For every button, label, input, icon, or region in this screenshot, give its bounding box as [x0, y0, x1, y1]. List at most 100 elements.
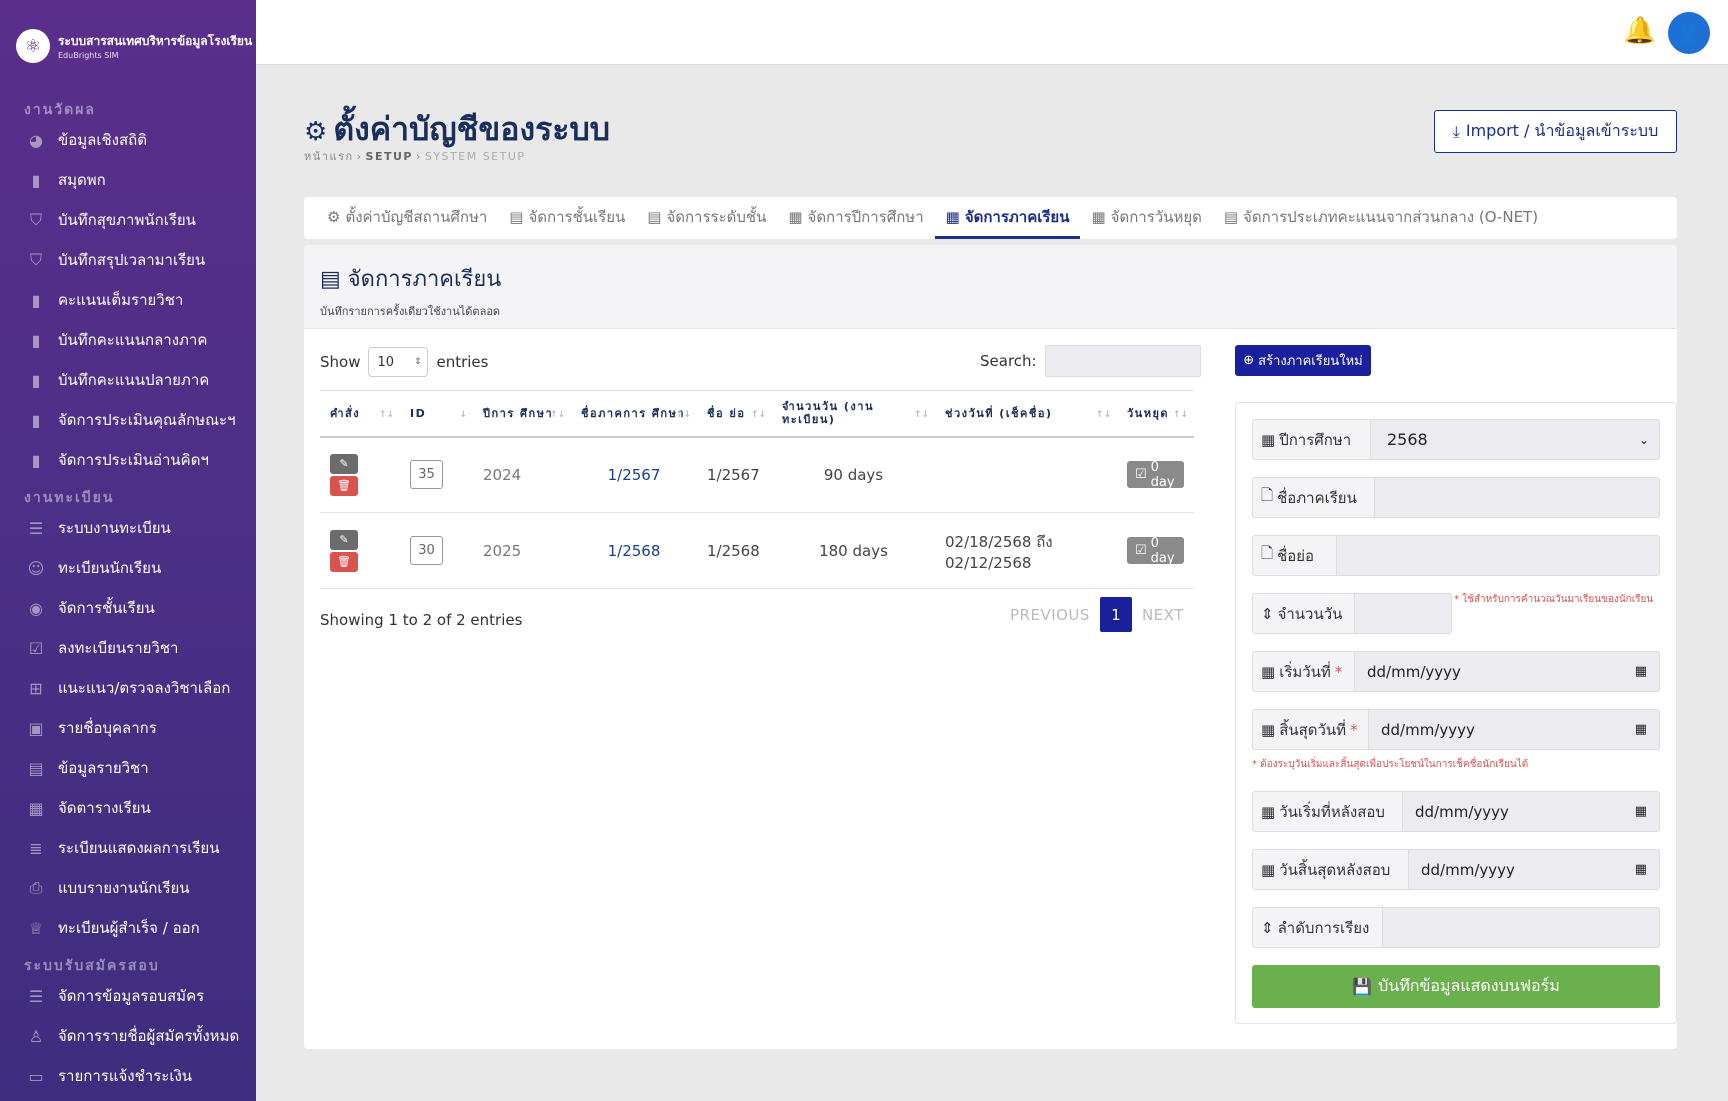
tab-onet-score-types[interactable]: ▤ จัดการประเภทคะแนนจากส่วนกลาง (O-NET)	[1213, 197, 1549, 239]
plus-box-icon: ⊞	[29, 678, 43, 698]
next-page-button[interactable]: NEXT	[1142, 606, 1184, 624]
calendar-check-icon: ☑	[1135, 467, 1147, 483]
date-note: * ต้องระบุวันเริ่มและสิ้นสุดเพื่อประโยชน…	[1252, 759, 1529, 770]
sidebar-section-title: งานทะเบียน	[24, 490, 115, 506]
exam-end-input[interactable]: dd/mm/yyyy ▦	[1408, 849, 1660, 890]
entries-label: entries	[436, 353, 489, 371]
term-name-link[interactable]: 1/2568	[608, 542, 661, 560]
sidebar-item-payments[interactable]: ▭ รายการแจ้งชำระเงิน	[0, 1056, 256, 1096]
sort-icon: ↓	[459, 410, 467, 420]
column-header-term-name[interactable]: ชื่อภาคการ ศึกษา ↑↓	[571, 390, 697, 438]
bell-icon[interactable]: 🔔	[1624, 16, 1656, 46]
badge-icon: ▣	[28, 718, 44, 738]
sidebar-item-transcript[interactable]: ≣ ระเบียนแสดงผลการเรียน	[0, 828, 256, 868]
previous-page-button[interactable]: PREVIOUS	[1010, 606, 1090, 624]
sidebar-item-health[interactable]: ⛉ บันทึกสุขภาพนักเรียน	[0, 200, 256, 240]
sidebar-item-timetable[interactable]: ▦ จัดตารางเรียน	[0, 788, 256, 828]
delete-button[interactable]: 🗑	[330, 551, 358, 572]
date-placeholder: dd/mm/yyyy	[1367, 662, 1461, 681]
edit-icon: ✎	[339, 457, 349, 471]
card-subtitle: บันทึกรายการครั้งเดียวใช้งานได้ตลอด	[320, 305, 501, 318]
year-select[interactable]: 2568 ⌄	[1370, 419, 1660, 460]
exam-start-input[interactable]: dd/mm/yyyy ▦	[1402, 791, 1660, 832]
sidebar-item-label: ลงทะเบียนรายวิชา	[58, 639, 179, 657]
column-header-year[interactable]: ปีการ ศึกษา ↑↓	[473, 390, 571, 438]
edit-button[interactable]: ✎	[330, 453, 358, 474]
sidebar-item-classes[interactable]: ◉ จัดการชั้นเรียน	[0, 588, 256, 628]
days-input[interactable]	[1354, 593, 1452, 634]
edit-button[interactable]: ✎	[330, 529, 358, 550]
search-input[interactable]	[1044, 345, 1201, 377]
import-button[interactable]: ⤓ Import / นำข้อมูลเข้าระบบ	[1434, 110, 1677, 153]
save-button[interactable]: 💾 บันทึกข้อมูลแสดงบนฟอร์ม	[1252, 965, 1660, 1008]
sidebar-item-guidance[interactable]: ⊞ แนะแนว/ตรวจลงวิชาเลือก	[0, 668, 256, 708]
tab-school-account[interactable]: ⚙ ตั้งค่าบัญชีสถานศึกษา	[316, 197, 498, 239]
breadcrumb-separator: ›	[356, 150, 363, 163]
sidebar-item-label: ข้อมูลเชิงสถิติ	[58, 131, 147, 149]
sidebar-item-midterm[interactable]: ▮ บันทึกคะแนนกลางภาค	[0, 320, 256, 360]
sidebar-item-registration-system[interactable]: ☰ ระบบงานทะเบียน	[0, 508, 256, 548]
sort-icon: ↑↓	[1172, 410, 1188, 420]
column-header-date-range[interactable]: ช่วงวันที่ (เช็คชื่อ) ↑↓	[935, 390, 1117, 438]
sidebar-item-reading[interactable]: ▮ จัดการประเมินอ่านคิดฯ	[0, 440, 256, 480]
sidebar-item-final[interactable]: ▮ บันทึกคะแนนปลายภาค	[0, 360, 256, 400]
tab-academic-year[interactable]: ▦ จัดการปีการศึกษา	[777, 197, 934, 239]
start-date-input[interactable]: dd/mm/yyyy ▦	[1354, 651, 1660, 692]
table-info: Showing 1 to 2 of 2 entries	[320, 611, 523, 629]
breadcrumb-home[interactable]: หน้าแรก	[304, 150, 354, 163]
column-header-actions[interactable]: คำสั่ง ↑↓	[320, 390, 400, 438]
tab-semesters[interactable]: ▦ จัดการภาคเรียน	[934, 197, 1081, 239]
book-icon: ▮	[31, 370, 41, 390]
sidebar-item-character[interactable]: ▮ จัดการประเมินคุณลักษณะฯ	[0, 400, 256, 440]
user-avatar-icon[interactable]: 👤	[1668, 12, 1710, 54]
tab-grade-levels[interactable]: ▤ จัดการระดับชั้น	[636, 197, 777, 239]
days-label: ⇕ จำนวนวัน	[1252, 593, 1354, 634]
entries-length-select[interactable]: 10 ⇕	[368, 347, 429, 377]
column-header-days[interactable]: จำนวนวัน (งาน ทะเบียน) ↑↓	[772, 390, 935, 438]
end-date-input[interactable]: dd/mm/yyyy ▦	[1368, 709, 1660, 750]
range-start: 02/18/2568 ถึง	[945, 532, 1053, 551]
page-button-current[interactable]: 1	[1099, 597, 1132, 632]
column-header-holidays[interactable]: วันหยุด ↑↓	[1117, 390, 1194, 438]
sidebar-item-subject-register[interactable]: ☑ ลงทะเบียนรายวิชา	[0, 628, 256, 668]
sidebar-item-statistics[interactable]: ◕ ข้อมูลเชิงสถิติ	[0, 120, 256, 160]
delete-button[interactable]: 🗑	[330, 475, 358, 496]
sidebar-section-title: ระบบรับสมัครสอบ	[24, 958, 160, 974]
term-name-input[interactable]	[1374, 477, 1660, 518]
holiday-badge[interactable]: ☑ 0 day	[1127, 460, 1184, 490]
atom-logo-icon: ⚛	[16, 29, 50, 63]
sidebar-item-report-book[interactable]: ▮ สมุดพก	[0, 160, 256, 200]
brand[interactable]: ⚛ ระบบสารสนเทศบริหารข้อมูลโรงเรียน EduBr…	[0, 0, 256, 92]
end-date-field: ▦ สิ้นสุดวันที่ * dd/mm/yyyy ▦	[1252, 709, 1660, 750]
days-field: ⇕ จำนวนวัน	[1252, 593, 1452, 634]
sidebar-item-staff[interactable]: ▣ รายชื่อบุคลากร	[0, 708, 256, 748]
sort-icon: ↑↓	[1095, 410, 1111, 420]
sidebar-item-label: บันทึกคะแนนกลางภาค	[58, 331, 208, 349]
sidebar-item-applicants[interactable]: ♙ จัดการรายชื่อผู้สมัครทั้งหมด	[0, 1016, 256, 1056]
days-cell: 90 days	[772, 436, 935, 513]
sidebar-item-student-report[interactable]: ⎙ แบบรายงานนักเรียน	[0, 868, 256, 908]
calendar-icon: ▦	[1261, 860, 1276, 879]
short-name-input[interactable]	[1336, 535, 1660, 576]
sidebar-item-graduates[interactable]: ♕ ทะเบียนผู้สำเร็จ / ออก	[0, 908, 256, 948]
tab-holidays[interactable]: ▦ จัดการวันหยุด	[1080, 197, 1212, 239]
column-header-short-name[interactable]: ชื่อ ย่อ ↑↓	[697, 390, 772, 438]
sidebar-item-attendance-summary[interactable]: ⛉ บันทึกสรุปเวลามาเรียน	[0, 240, 256, 280]
sidebar-item-full-score[interactable]: ▮ คะแนนเต็มรายวิชา	[0, 280, 256, 320]
holiday-badge[interactable]: ☑ 0 day	[1127, 536, 1184, 566]
order-input[interactable]	[1382, 907, 1660, 948]
calendar-icon: ▦	[1261, 802, 1276, 821]
sort-icon: ↑↓	[549, 410, 565, 420]
breadcrumb-setup[interactable]: SETUP	[366, 150, 413, 163]
sidebar-item-admission-rounds[interactable]: ☰ จัดการข้อมูลรอบสมัคร	[0, 976, 256, 1016]
term-name-link[interactable]: 1/2567	[608, 466, 661, 484]
sidebar-item-students[interactable]: ☺ ทะเบียนนักเรียน	[0, 548, 256, 588]
field-label: ชื่อภาคเรียน	[1277, 488, 1357, 507]
tab-label: จัดการชั้นเรียน	[528, 207, 626, 226]
column-label: วันหยุด	[1127, 406, 1170, 420]
book-icon: ▮	[31, 330, 41, 350]
create-semester-button[interactable]: ⊕ สร้างภาคเรียนใหม่	[1235, 345, 1371, 376]
tab-classes[interactable]: ▤ จัดการชั้นเรียน	[498, 197, 636, 239]
column-header-id[interactable]: ID ↓	[400, 390, 473, 438]
sidebar-item-subjects[interactable]: ▤ ข้อมูลรายวิชา	[0, 748, 256, 788]
